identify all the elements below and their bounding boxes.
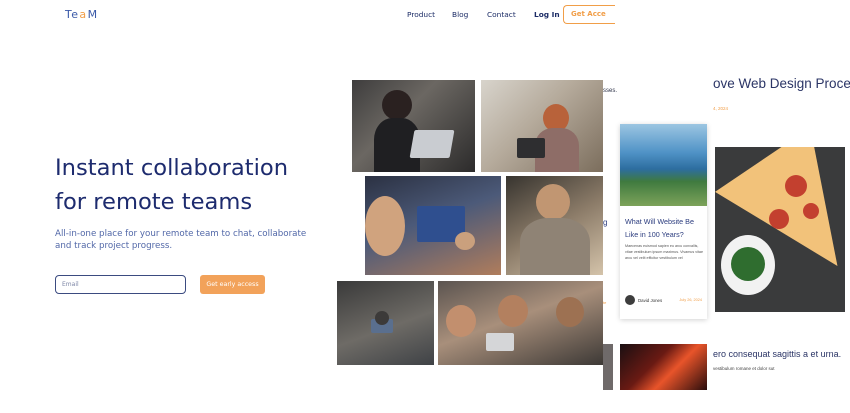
post-image-pizza [715,147,845,312]
hero-headline: Instant collaboration for remote teams [55,151,355,219]
collage-photo-group-laughing [438,281,603,365]
post-title-2[interactable]: ero consequat sagittis a et urna. [713,349,841,359]
logo-text-1: Te [65,8,80,21]
post-excerpt-2: vestibulum romane et dolor sut [713,366,775,371]
blog-card-image [620,124,707,206]
collage-photo-man-laptop [352,80,475,172]
get-early-access-button[interactable]: Get early access [200,275,265,294]
get-access-button[interactable]: Get Acce [563,5,615,24]
author-avatar [625,295,635,305]
blog-card-excerpt: Maecenas euismod sapien eu arcu convalli… [625,244,704,260]
collage-photo-team-meeting [365,176,501,275]
blog-partial-text: sses. [603,88,618,94]
hero-subtitle: All-in-one place for your remote team to… [55,229,307,251]
nav-contact[interactable]: Contact [487,10,516,19]
collage-photo-smiling-man [506,176,603,275]
headline-line-2: for remote teams [55,189,253,215]
blog-image-edge [603,344,613,390]
blog-card-title[interactable]: What Will Website Be Like in 100 Years? [625,216,705,241]
nav-product[interactable]: Product [407,10,435,19]
collage-photo-office-room [337,281,434,365]
email-input[interactable]: Email [55,275,186,294]
post-date: 4, 2024 [713,106,729,111]
headline-line-1: Instant collaboration [55,155,289,181]
nav-blog[interactable]: Blog [452,10,468,19]
blog-card-date: July 26, 2024 [679,298,702,302]
collage-photo-woman-desk [481,80,604,172]
logo[interactable]: TeaM [65,8,98,21]
blog-partial-text: g [603,218,608,227]
blog-card[interactable]: What Will Website Be Like in 100 Years? … [620,124,707,319]
nav-login[interactable]: Log In [534,10,560,19]
blog-card-author: David Jones [638,298,663,303]
logo-text-2: M [87,8,99,21]
blog-partial-text: te [603,300,607,305]
post-title[interactable]: ove Web Design Process [713,76,850,91]
logo-text-accent: a [79,8,88,21]
blog-card-image-neon [620,344,707,390]
blog-page-edge [603,80,615,280]
